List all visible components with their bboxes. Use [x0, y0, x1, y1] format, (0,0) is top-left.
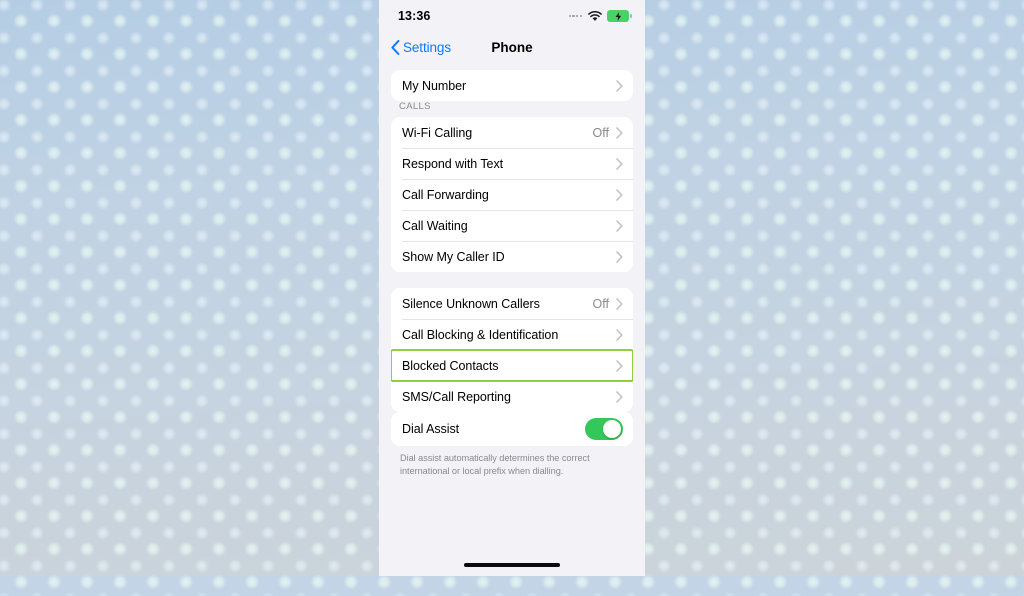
- home-indicator-bar[interactable]: [464, 563, 560, 567]
- settings-row-label: Respond with Text: [402, 156, 504, 171]
- home-indicator-area: [379, 554, 645, 576]
- battery-charging-icon: [607, 10, 632, 22]
- settings-row-blocked-contacts[interactable]: Blocked Contacts: [391, 349, 633, 382]
- chevron-right-icon: [616, 359, 623, 372]
- wifi-icon: [588, 10, 602, 21]
- settings-section-dial-assist: Dial Assist Dial assist automatically de…: [391, 412, 633, 478]
- chevron-right-icon: [616, 188, 623, 201]
- settings-row-my-number[interactable]: My Number: [391, 70, 633, 101]
- status-bar-indicators: [568, 10, 632, 22]
- charging-bolt-icon: [615, 11, 621, 21]
- settings-row-sms-call-reporting[interactable]: SMS/Call Reporting: [391, 381, 633, 412]
- settings-group-calls: Wi-Fi Calling Off Respond with Text Call…: [391, 117, 633, 272]
- settings-group-dial-assist: Dial Assist: [391, 412, 633, 446]
- dial-assist-toggle[interactable]: [585, 418, 623, 440]
- settings-group-blocking: Silence Unknown Callers Off Call Blockin…: [391, 288, 633, 412]
- settings-row-wifi-calling[interactable]: Wi-Fi Calling Off: [391, 117, 633, 148]
- status-bar-time: 13:36: [398, 9, 431, 23]
- dial-assist-footer-note: Dial assist automatically determines the…: [400, 453, 590, 477]
- chevron-right-icon: [616, 328, 623, 341]
- settings-row-dial-assist[interactable]: Dial Assist: [391, 412, 633, 446]
- settings-row-value: Off: [592, 296, 609, 311]
- signal-dots-icon: [568, 14, 582, 18]
- settings-section-calls: CALLS Wi-Fi Calling Off Respond with Tex…: [391, 101, 633, 272]
- chevron-right-icon: [616, 157, 623, 170]
- settings-row-label: SMS/Call Reporting: [402, 389, 511, 404]
- back-button[interactable]: Settings: [391, 39, 451, 55]
- status-bar: 13:36: [379, 0, 645, 32]
- chevron-right-icon: [616, 390, 623, 403]
- settings-row-label: My Number: [402, 78, 467, 93]
- chevron-right-icon: [616, 126, 623, 139]
- settings-row-label: Wi-Fi Calling: [402, 125, 473, 140]
- phone-screen: 13:36 Settings Phone My Number CALLS Wi-…: [379, 0, 645, 576]
- settings-row-label: Call Blocking & Identification: [402, 327, 559, 342]
- toggle-knob: [602, 419, 622, 439]
- settings-row-silence-unknown-callers[interactable]: Silence Unknown Callers Off: [391, 288, 633, 319]
- settings-row-label: Dial Assist: [402, 422, 460, 436]
- settings-row-label: Blocked Contacts: [402, 358, 499, 373]
- settings-row-value: Off: [592, 125, 609, 140]
- settings-row-call-blocking-identification[interactable]: Call Blocking & Identification: [391, 319, 633, 350]
- settings-row-label: Show My Caller ID: [402, 249, 505, 264]
- settings-row-label: Silence Unknown Callers: [402, 296, 540, 311]
- navigation-bar: Settings Phone: [379, 32, 645, 62]
- section-header-calls: CALLS: [399, 101, 431, 112]
- settings-row-respond-with-text[interactable]: Respond with Text: [391, 148, 633, 179]
- chevron-right-icon: [616, 250, 623, 263]
- settings-row-call-waiting[interactable]: Call Waiting: [391, 210, 633, 241]
- chevron-right-icon: [616, 219, 623, 232]
- settings-row-show-my-caller-id[interactable]: Show My Caller ID: [391, 241, 633, 272]
- settings-row-call-forwarding[interactable]: Call Forwarding: [391, 179, 633, 210]
- chevron-left-icon: [391, 39, 400, 55]
- settings-row-label: Call Forwarding: [402, 187, 489, 202]
- back-button-label: Settings: [403, 39, 451, 55]
- settings-group-my-number: My Number: [391, 70, 633, 101]
- settings-row-label: Call Waiting: [402, 218, 468, 233]
- settings-list[interactable]: My Number CALLS Wi-Fi Calling Off Respon…: [379, 62, 645, 554]
- chevron-right-icon: [616, 79, 623, 92]
- chevron-right-icon: [616, 297, 623, 310]
